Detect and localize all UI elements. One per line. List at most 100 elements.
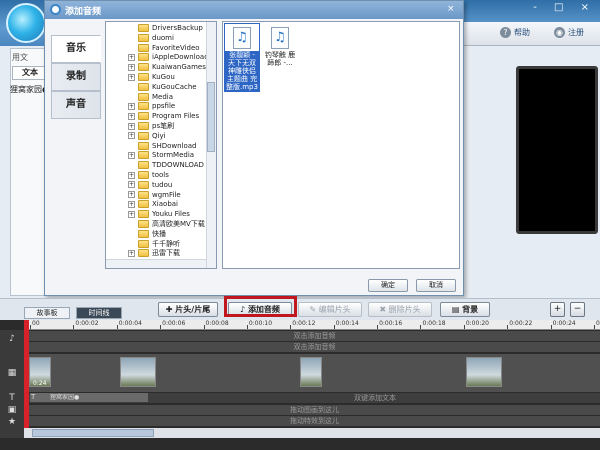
folder-item[interactable]: + tools [128, 170, 169, 180]
folder-item[interactable]: + KuaiwanGames [128, 62, 206, 72]
text-lane-hint[interactable]: 双键添加文本 [150, 393, 600, 404]
expand-icon[interactable]: + [128, 63, 135, 71]
file-list[interactable]: ♫ 张靓颖 - 天下无双 神雕侠侣主题曲 完整版.mp3 ♫ 钓琴触 鹿蹄郎 -… [222, 21, 460, 269]
tree-scroll-thumb[interactable] [207, 82, 215, 152]
folder-item[interactable]: FavoriteVideo [128, 43, 200, 53]
video-preview [516, 66, 598, 234]
tab-storyboard[interactable]: 故事板 [24, 307, 70, 319]
zoom-out-button[interactable]: − [570, 302, 585, 317]
dialog-app-icon [50, 4, 61, 15]
clip-thumbnail[interactable] [466, 357, 502, 387]
folder-icon [138, 122, 149, 130]
add-icon: ✚ [165, 305, 176, 314]
text-clip[interactable]: 狸窝家园● [30, 393, 148, 402]
register-button[interactable]: ◉ 注册 [554, 27, 584, 38]
folder-item[interactable]: + iAppleDownloads [128, 52, 212, 62]
expand-icon[interactable]: + [128, 132, 135, 140]
folder-icon [138, 151, 149, 160]
clip-thumbnail[interactable] [300, 357, 322, 387]
folder-item[interactable]: + Program Files [128, 111, 199, 121]
folder-item[interactable]: + StormMedia [128, 150, 194, 160]
folder-icon [138, 200, 149, 209]
effect-lane[interactable]: 拖动特效到这儿 [29, 416, 600, 427]
file-name: 钓琴触 鹿蹄郎 -... [264, 51, 296, 67]
track-icons: ♪ ▦ T ▣ ★ [0, 330, 24, 438]
expand-icon[interactable]: + [128, 102, 135, 110]
delete-intro-button[interactable]: ✖ 删除片头 [368, 302, 432, 317]
add-intro-button[interactable]: ✚ 片头/片尾 [158, 302, 218, 317]
expand-icon[interactable]: + [128, 151, 135, 159]
edit-intro-button[interactable]: ✎ 编辑片头 [298, 302, 362, 317]
file-item[interactable]: ♫ 张靓颖 - 天下无双 神雕侠侣主题曲 完整版.mp3 [224, 23, 260, 92]
folder-item[interactable]: + ppsfile [128, 101, 175, 111]
expand-icon[interactable]: + [128, 112, 135, 120]
expand-icon[interactable]: + [128, 249, 135, 257]
folder-item[interactable]: + Qiyi [128, 131, 166, 141]
folder-label: KuGouCache [152, 82, 197, 91]
expand-icon[interactable]: + [128, 73, 135, 81]
window-controls[interactable]: - □ × [533, 2, 596, 13]
folder-label: Xiaobai [152, 200, 178, 209]
picture-lane[interactable]: 拖动图画到这儿 [29, 405, 600, 416]
tree-horizontal-scrollbar[interactable] [106, 259, 206, 268]
folder-item[interactable]: + tudou [128, 180, 172, 190]
ruler-tick [594, 325, 595, 329]
folder-item[interactable]: 快播 [128, 229, 166, 239]
expand-icon[interactable]: + [128, 53, 135, 61]
expand-icon[interactable]: + [128, 181, 135, 189]
audio-lane-1[interactable]: 双击添加音频 [29, 331, 600, 342]
help-button[interactable]: ? 帮助 [500, 27, 530, 38]
folder-item[interactable]: + ps笔刷 [128, 121, 174, 131]
folder-label: Program Files [152, 112, 200, 121]
timeline-scroll-thumb[interactable] [32, 429, 154, 437]
folder-item[interactable]: 高清欧美MV下载 [128, 219, 205, 229]
expand-icon[interactable]: + [128, 191, 135, 199]
folder-label: ps笔刷 [152, 122, 175, 130]
expand-icon[interactable]: + [128, 210, 135, 218]
folder-label: StormMedia [152, 151, 195, 160]
ruler-label: 0:00:04 [118, 320, 142, 327]
expand-icon[interactable]: + [128, 200, 135, 208]
tab-music[interactable]: 音乐 [51, 35, 101, 63]
zoom-in-button[interactable]: + [550, 302, 565, 317]
folder-label: 迅雷下载 [152, 249, 180, 258]
text-tab[interactable]: 文本 [12, 66, 48, 80]
folder-icon [138, 53, 149, 62]
folder-item[interactable]: + Xiaobai [128, 199, 178, 209]
folder-item[interactable]: 千千静听 [128, 239, 180, 249]
folder-item[interactable]: + KuGou [128, 72, 175, 82]
folder-item[interactable]: + Youku Files [128, 209, 190, 219]
tab-timeline[interactable]: 时间线 [76, 307, 122, 319]
ok-button[interactable]: 确定 [368, 279, 408, 292]
folder-item[interactable]: TDDOWNLOAD [128, 160, 204, 170]
clip-thumbnail[interactable] [120, 357, 156, 387]
dialog-close-icon[interactable]: × [447, 4, 455, 14]
folder-label: duomi [152, 33, 174, 42]
tab-sound[interactable]: 声音 [51, 91, 101, 119]
folder-icon [138, 92, 149, 101]
folder-item[interactable]: DriversBackup [128, 23, 203, 33]
expand-icon[interactable]: + [128, 122, 135, 130]
ruler-label: 0:00:12 [292, 320, 316, 327]
folder-icon [138, 220, 149, 228]
time-ruler[interactable]: 00 0:00:02 0:00:04 0:00:06 0:00:08 0:00:10 0:0… [24, 320, 600, 330]
expand-icon[interactable]: + [128, 171, 135, 179]
folder-icon [138, 190, 149, 199]
cancel-button[interactable]: 取消 [416, 279, 456, 292]
ruler-tick [507, 325, 509, 329]
folder-item[interactable]: duomi [128, 33, 174, 43]
folder-item[interactable]: SHDownload [128, 141, 197, 151]
audio-lane-2[interactable]: 双击添加音频 [29, 342, 600, 353]
folder-item[interactable]: + wgmFile [128, 190, 181, 200]
folder-item[interactable]: + 迅雷下载 [128, 248, 180, 258]
folder-label: TDDOWNLOAD [152, 161, 204, 170]
ruler-tick [116, 325, 118, 329]
file-item[interactable]: ♫ 钓琴触 鹿蹄郎 -... [263, 24, 297, 67]
folder-tree[interactable]: DriversBackup duomi FavoriteVideo + iAppleDo… [105, 21, 217, 269]
folder-item[interactable]: KuGouCache [128, 82, 197, 92]
folder-item[interactable]: Media [128, 92, 173, 102]
tab-record[interactable]: 录制 [51, 63, 101, 91]
background-button[interactable]: ▤ 背景 [440, 302, 490, 317]
ruler-tick [290, 325, 292, 329]
folder-icon [138, 180, 149, 189]
